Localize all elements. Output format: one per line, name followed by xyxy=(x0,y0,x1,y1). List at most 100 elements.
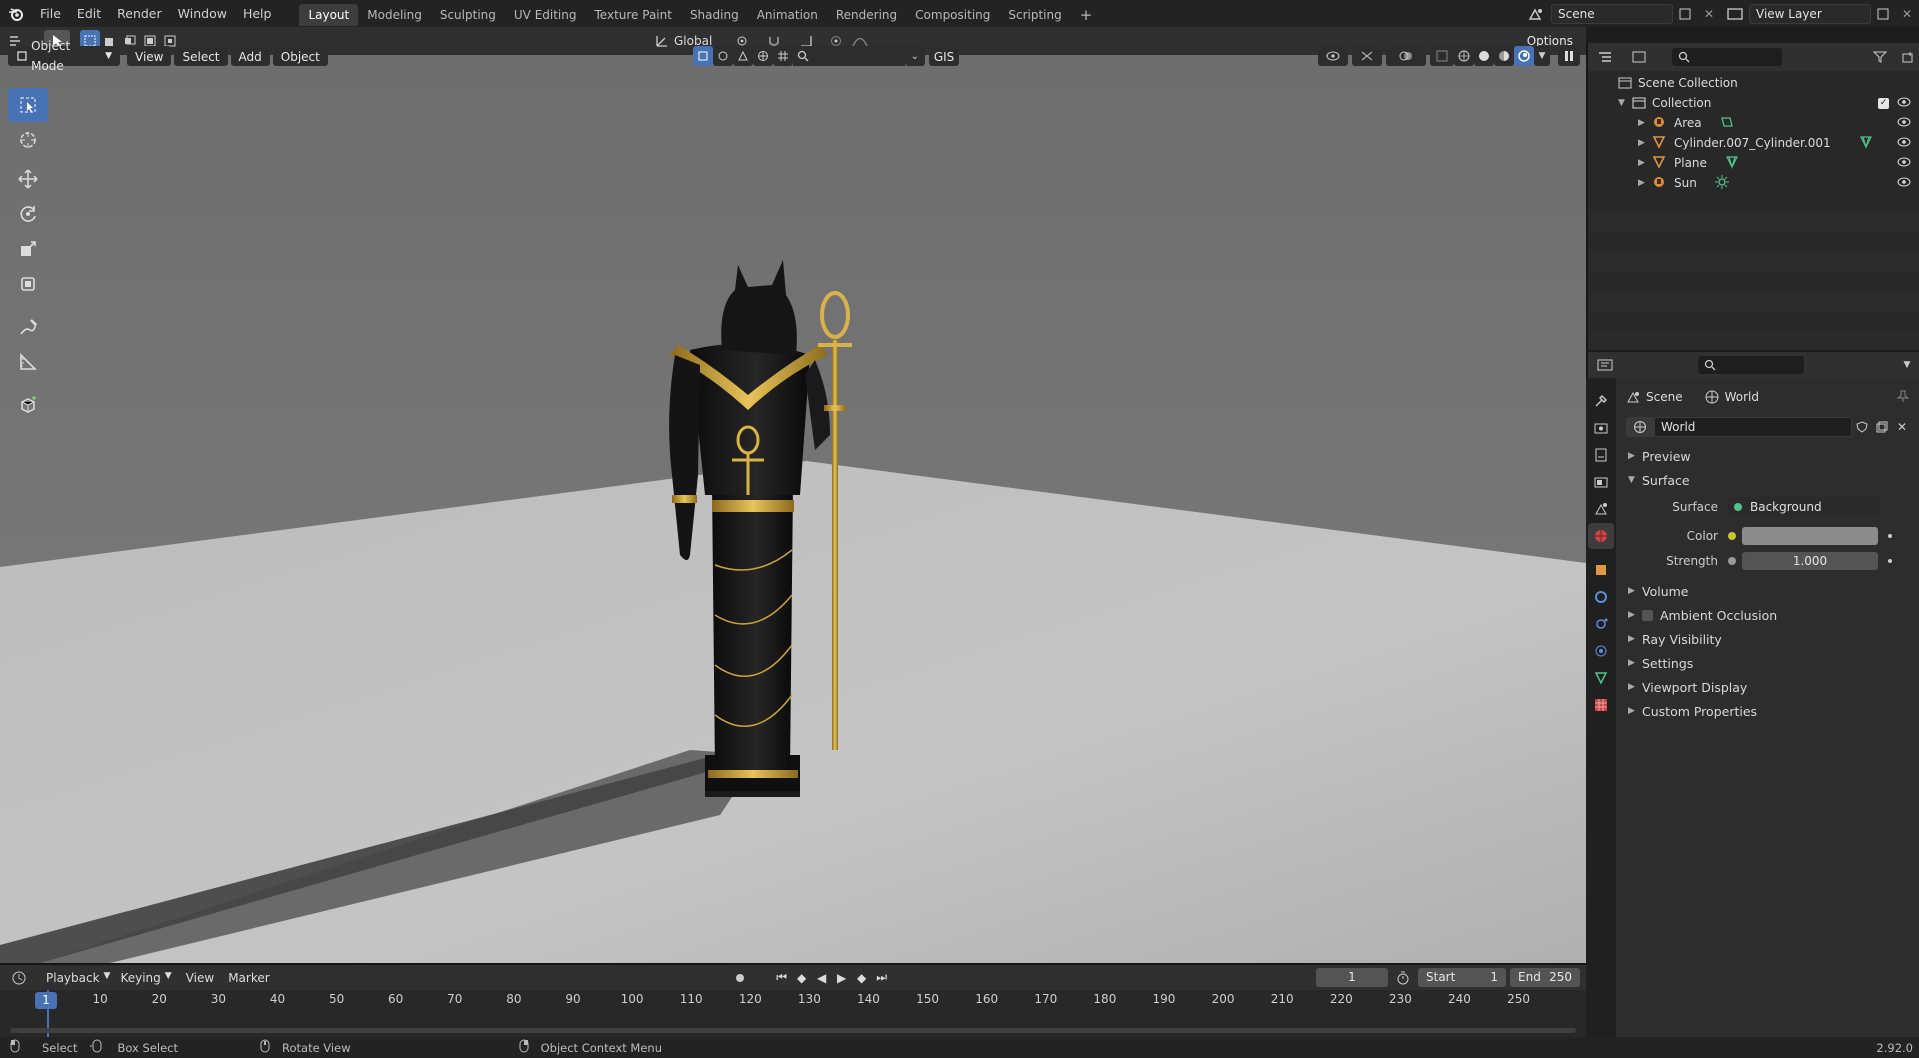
rendered-shading-icon[interactable] xyxy=(1514,46,1534,66)
texture-tab-icon[interactable] xyxy=(1588,692,1614,718)
panel-ray-visibility[interactable]: ▶ Ray Visibility xyxy=(1618,627,1919,651)
panel-custom-properties[interactable]: ▶ Custom Properties xyxy=(1618,699,1919,723)
eye-icon[interactable] xyxy=(1897,176,1911,190)
3d-viewport[interactable] xyxy=(0,55,1586,963)
outliner-collection[interactable]: ▼ Collection ✓ xyxy=(1588,93,1919,113)
visibility-icon[interactable] xyxy=(1318,46,1348,66)
menu-render[interactable]: Render xyxy=(109,0,170,27)
view-layer-field[interactable]: View Layer xyxy=(1749,3,1871,24)
wireframe-shading-icon[interactable] xyxy=(1454,46,1474,66)
rotate-tool-icon[interactable] xyxy=(8,197,48,231)
outliner-item-plane[interactable]: ▶ Plane xyxy=(1588,153,1919,173)
render-tab-icon[interactable] xyxy=(1588,415,1614,441)
xray-icon[interactable] xyxy=(1430,46,1454,66)
expand-triangle-icon[interactable]: ▶ xyxy=(1638,138,1652,148)
gis-grid-icon[interactable] xyxy=(772,46,793,66)
timeline-editor-icon[interactable] xyxy=(0,967,38,989)
expand-triangle-icon[interactable]: ▶ xyxy=(1638,158,1652,168)
scale-tool-icon[interactable] xyxy=(8,232,48,266)
world-tab-icon[interactable] xyxy=(1588,523,1614,549)
tab-animation[interactable]: Animation xyxy=(748,4,827,26)
jump-end-icon[interactable]: ⏭ xyxy=(872,967,892,989)
mesh-data-icon[interactable] xyxy=(1859,135,1873,152)
pin-icon[interactable] xyxy=(1896,390,1910,405)
object-tab-icon[interactable] xyxy=(1588,557,1614,583)
remove-scene-icon[interactable]: ✕ xyxy=(1697,3,1721,25)
view-layer-icon[interactable] xyxy=(1721,3,1749,25)
select-menu[interactable]: Select xyxy=(174,46,228,66)
properties-options-icon[interactable]: ▼ xyxy=(1895,354,1919,376)
material-shading-icon[interactable] xyxy=(1494,46,1514,66)
panel-volume[interactable]: ▶ Volume xyxy=(1618,579,1919,603)
collapse-triangle-icon[interactable]: ▼ xyxy=(1618,98,1632,108)
outliner-item-sun[interactable]: ▶ Sun xyxy=(1588,173,1919,193)
display-mode-icon[interactable] xyxy=(1622,46,1656,68)
tab-modeling[interactable]: Modeling xyxy=(358,4,431,26)
transform-tool-icon[interactable] xyxy=(8,267,48,301)
add-workspace-icon[interactable]: + xyxy=(1071,4,1102,26)
tab-shading[interactable]: Shading xyxy=(681,4,748,26)
ambient-occlusion-checkbox[interactable] xyxy=(1642,609,1653,621)
timeline-ruler[interactable]: 10 20 30 40 50 60 70 80 90 100 110 120 130 140 150 160 1… xyxy=(0,990,1586,1037)
properties-editor-icon[interactable] xyxy=(1588,354,1622,376)
eye-icon[interactable] xyxy=(1897,96,1911,110)
physics-tab-icon[interactable] xyxy=(1588,638,1614,664)
panel-preview[interactable]: ▶ Preview xyxy=(1618,444,1919,468)
mesh-data-icon[interactable] xyxy=(1725,155,1739,172)
outliner-scene-collection[interactable]: Scene Collection xyxy=(1588,73,1919,93)
surface-node-field[interactable]: Background xyxy=(1728,496,1880,517)
sun-data-icon[interactable] xyxy=(1714,174,1729,192)
menu-window[interactable]: Window xyxy=(170,0,235,27)
current-frame-field[interactable]: 1 xyxy=(1316,968,1388,987)
output-tab-icon[interactable] xyxy=(1588,442,1614,468)
object-menu[interactable]: Object xyxy=(272,46,328,66)
tab-sculpting[interactable]: Sculpting xyxy=(431,4,505,26)
panel-surface[interactable]: ▼ Surface xyxy=(1618,468,1919,492)
eye-icon[interactable] xyxy=(1897,116,1911,130)
light-data-icon[interactable] xyxy=(1720,116,1734,131)
panel-viewport-display[interactable]: ▶ Viewport Display xyxy=(1618,675,1919,699)
new-view-layer-icon[interactable] xyxy=(1871,3,1895,25)
eye-icon[interactable] xyxy=(1897,156,1911,170)
cursor-tool-icon[interactable] xyxy=(8,123,48,157)
overlays-icon[interactable] xyxy=(1386,46,1426,66)
color-swatch[interactable] xyxy=(1742,527,1878,545)
move-tool-icon[interactable] xyxy=(8,162,48,196)
playback-dropdown[interactable]: Playback ▼ xyxy=(46,971,110,985)
world-name-field[interactable]: World xyxy=(1654,417,1852,437)
tab-texture-paint[interactable]: Texture Paint xyxy=(586,4,681,26)
gis-view-icon-3[interactable] xyxy=(732,46,753,66)
remove-view-layer-icon[interactable]: ✕ xyxy=(1895,3,1919,25)
timeline-scrollbar[interactable] xyxy=(10,1028,1576,1033)
start-frame-field[interactable]: Start 1 xyxy=(1418,968,1506,987)
filter-icon[interactable] xyxy=(1863,46,1897,68)
properties-search-input[interactable] xyxy=(1698,356,1804,374)
panel-settings[interactable]: ▶ Settings xyxy=(1618,651,1919,675)
object-mode-dropdown[interactable]: Object Mode ▼ xyxy=(8,39,120,73)
modifier-tab-icon[interactable] xyxy=(1588,584,1614,610)
gis-globe-icon[interactable] xyxy=(752,46,773,66)
gizmo-icon[interactable] xyxy=(1352,46,1382,66)
keyframe-dot-icon[interactable] xyxy=(1888,559,1892,563)
add-cube-tool-icon[interactable] xyxy=(8,388,48,422)
view-menu[interactable]: View xyxy=(127,46,172,66)
scene-icon[interactable] xyxy=(1521,3,1551,25)
pause-render-icon[interactable] xyxy=(1558,46,1580,66)
gis-search-input[interactable] xyxy=(792,46,905,66)
tab-layout[interactable]: Layout xyxy=(299,3,359,26)
tab-compositing[interactable]: Compositing xyxy=(906,4,999,26)
play-reverse-icon[interactable]: ◀ xyxy=(812,967,832,989)
measure-tool-icon[interactable] xyxy=(8,345,48,379)
duplicate-world-icon[interactable] xyxy=(1872,416,1892,438)
outliner-search-input[interactable] xyxy=(1672,48,1782,66)
data-tab-icon[interactable] xyxy=(1588,665,1614,691)
keying-dropdown[interactable]: Keying ▼ xyxy=(120,971,171,985)
tool-tab-icon[interactable] xyxy=(1588,388,1614,414)
add-menu[interactable]: Add xyxy=(230,46,270,66)
gis-view-icon-2[interactable] xyxy=(712,46,733,66)
world-browse-icon[interactable] xyxy=(1626,417,1654,437)
jump-keyframe-forward-icon[interactable]: ◆ xyxy=(852,967,872,989)
strength-field[interactable]: 1.000 xyxy=(1742,552,1878,570)
record-icon[interactable] xyxy=(730,967,750,989)
new-collection-icon[interactable] xyxy=(1897,46,1919,68)
